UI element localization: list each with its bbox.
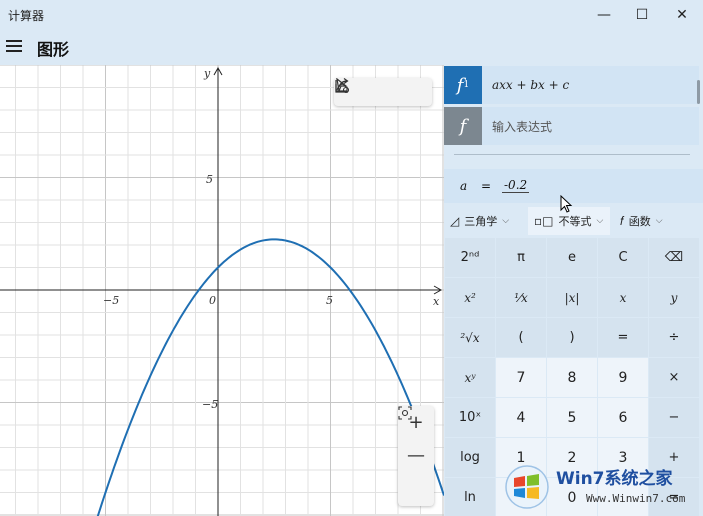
watermark-title: Win7系统之家: [556, 469, 673, 489]
function-input-placeholder[interactable]: 输入表达式: [492, 118, 552, 135]
keypad-key[interactable]: 7: [496, 358, 546, 397]
function-badge[interactable]: f: [444, 107, 482, 145]
keypad-key[interactable]: ln: [445, 478, 495, 516]
mouse-cursor-icon: [560, 195, 573, 213]
y-tick-label: 5: [206, 173, 213, 186]
x-tick-label: 5: [326, 294, 333, 307]
function-row-new[interactable]: f 输入表达式: [444, 107, 699, 145]
graph-canvas[interactable]: −5 0 5 5 −5 x y + —: [0, 65, 444, 516]
keypad-key[interactable]: (: [496, 318, 546, 357]
graph-settings-icon[interactable]: [335, 80, 429, 104]
function-row-f1[interactable]: f1 axx + bx + c: [444, 66, 699, 104]
function-dropdown[interactable]: 𝑓 函数 ⌵: [614, 207, 694, 235]
function-expression[interactable]: axx + bx + c: [492, 78, 569, 92]
keypad-key[interactable]: ⌫: [649, 238, 699, 277]
keypad-key[interactable]: x: [598, 278, 648, 317]
keypad-key[interactable]: =: [598, 318, 648, 357]
keypad-key[interactable]: ¹⁄x: [496, 278, 546, 317]
zoom-out-button[interactable]: —: [401, 442, 431, 470]
triangle-icon: ◿: [450, 214, 460, 228]
keypad-key[interactable]: ²√x: [445, 318, 495, 357]
minimize-button[interactable]: —: [586, 0, 622, 30]
zoom-fit-icon[interactable]: [398, 406, 431, 503]
app-title: 计算器: [8, 9, 45, 23]
maximize-button[interactable]: ☐: [624, 0, 660, 30]
close-button[interactable]: ✕: [664, 0, 700, 30]
chevron-down-icon: ⌵: [655, 216, 663, 226]
chevron-down-icon: ⌵: [502, 216, 510, 226]
variable-equals: =: [481, 179, 492, 193]
variable-name: a: [460, 179, 468, 193]
keypad-key[interactable]: 5: [547, 398, 597, 437]
keypad-key[interactable]: C: [598, 238, 648, 277]
keypad-key[interactable]: log: [445, 438, 495, 477]
graph-svg: −5 0 5 5 −5 x y: [0, 65, 444, 516]
header-bar: 图形: [0, 30, 703, 64]
keypad-key[interactable]: 8: [547, 358, 597, 397]
keypad-key[interactable]: ×: [649, 358, 699, 397]
trigonometry-dropdown[interactable]: ◿ 三角学 ⌵: [444, 207, 528, 235]
windows-logo-icon: [505, 465, 549, 509]
variable-value-input[interactable]: -0.2: [502, 178, 530, 193]
keypad-key[interactable]: 2ⁿᵈ: [445, 238, 495, 277]
chevron-down-icon: ⌵: [596, 216, 604, 226]
function-badge[interactable]: f1: [444, 66, 482, 104]
keypad-key[interactable]: 10ˣ: [445, 398, 495, 437]
zoom-panel: + —: [398, 406, 434, 506]
divider: [454, 154, 690, 155]
keypad-key[interactable]: |x|: [547, 278, 597, 317]
graph-toolbar: [334, 78, 432, 106]
x-tick-label: −5: [103, 294, 119, 307]
y-tick-label: −5: [202, 398, 218, 411]
x-tick-label: 0: [209, 294, 216, 307]
axes: [0, 66, 443, 516]
dropdown-label: 函数: [628, 215, 651, 228]
keypad-key[interactable]: y: [649, 278, 699, 317]
function-icon: 𝑓: [620, 213, 624, 228]
watermark: Win7系统之家 Www.Winwin7.com: [502, 462, 700, 514]
keypad-key[interactable]: 9: [598, 358, 648, 397]
dropdown-label: 三角学: [464, 215, 498, 228]
keypad-key[interactable]: π: [496, 238, 546, 277]
y-axis-label: y: [203, 67, 211, 80]
keypad-key[interactable]: −: [649, 398, 699, 437]
x-axis-label: x: [433, 295, 440, 308]
dropdown-label: 不等式: [558, 215, 592, 228]
keypad-key[interactable]: ): [547, 318, 597, 357]
keypad-key[interactable]: 6: [598, 398, 648, 437]
watermark-url: Www.Winwin7.com: [586, 492, 686, 505]
function-curve-f1: [96, 238, 444, 516]
mode-title: 图形: [37, 40, 70, 59]
scrollbar[interactable]: [697, 80, 700, 104]
share-icon[interactable]: [335, 78, 396, 104]
title-bar: 计算器 — ☐ ✕: [0, 0, 703, 30]
keypad-key[interactable]: xʸ: [445, 358, 495, 397]
keypad-key[interactable]: e: [547, 238, 597, 277]
keypad-key[interactable]: x²: [445, 278, 495, 317]
inequality-icon: ▫□: [534, 214, 554, 228]
hamburger-icon[interactable]: [6, 38, 22, 52]
keypad-key[interactable]: ÷: [649, 318, 699, 357]
function-panel: f1 axx + bx + c f 输入表达式 a = -0.2 ◿ 三角学 ⌵…: [444, 65, 703, 516]
keypad-key[interactable]: 4: [496, 398, 546, 437]
